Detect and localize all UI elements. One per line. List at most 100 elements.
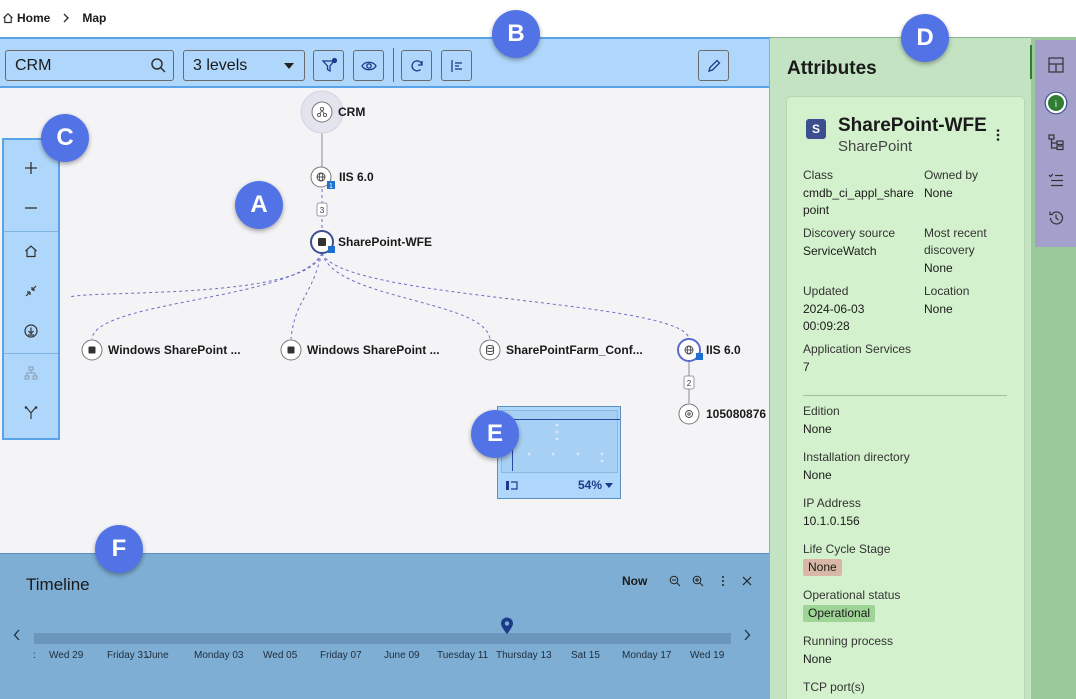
sharepoint-farm-node[interactable] xyxy=(479,339,501,361)
timeline-panel: Timeline Now : Wed 29 Friday 31 June Mon… xyxy=(0,553,769,699)
timeline-tick: Friday 07 xyxy=(320,650,362,661)
node-label-iis[interactable]: IIS 6.0 xyxy=(339,170,374,184)
edge-windows-1 xyxy=(91,252,323,340)
timeline-tick: Monday 03 xyxy=(194,650,244,661)
zoom-out-button[interactable] xyxy=(4,188,58,228)
rail-tab-checklist[interactable] xyxy=(1044,168,1068,192)
node-label-sharepoint-wfe[interactable]: SharePoint-WFE xyxy=(338,235,432,249)
ci-type: SharePoint xyxy=(838,138,913,155)
search-icon[interactable] xyxy=(150,57,167,74)
home-icon xyxy=(25,245,37,258)
collapse-button[interactable] xyxy=(4,271,58,311)
callout-e: E xyxy=(471,410,519,458)
field-discovery-source: Discovery source ServiceWatch xyxy=(803,226,896,258)
fork-icon xyxy=(24,406,38,419)
node-label-crm[interactable]: CRM xyxy=(338,105,365,119)
path-button[interactable] xyxy=(4,393,58,433)
timeline-now-button[interactable]: Now xyxy=(622,574,647,588)
timeline-tick: Wed 05 xyxy=(263,650,298,661)
timeline-title: Timeline xyxy=(26,575,90,594)
timeline-tick: June 09 xyxy=(384,650,420,661)
collapse-icon xyxy=(25,285,37,297)
ci-search-input[interactable]: CRM xyxy=(5,50,174,81)
field-class: Class cmdb_ci_appl_share point xyxy=(803,168,914,217)
home-icon[interactable] xyxy=(2,12,14,24)
rail-tab-history[interactable] xyxy=(1044,206,1068,230)
visibility-button[interactable] xyxy=(353,50,384,81)
edge-offscreen xyxy=(69,252,323,298)
eye-icon xyxy=(360,61,377,70)
node-label-host[interactable]: 105080876 xyxy=(706,407,766,421)
ci-details-card: S SharePoint-WFE SharePoint Class cmdb_c… xyxy=(786,96,1025,699)
ci-search-value: CRM xyxy=(15,56,52,74)
history-icon xyxy=(1049,211,1064,225)
attributes-title: Attributes xyxy=(787,58,877,79)
host-node[interactable] xyxy=(678,403,700,425)
filter-icon xyxy=(321,57,337,72)
node-label-sharepoint-farm[interactable]: SharePointFarm_Conf... xyxy=(506,343,643,357)
edit-button[interactable] xyxy=(698,50,729,81)
home-view-button[interactable] xyxy=(4,231,58,271)
levels-select[interactable]: 3 levels xyxy=(183,50,305,81)
zoom-in-icon[interactable] xyxy=(692,575,704,587)
edge-windows-2 xyxy=(290,252,323,340)
timeline-tick: Monday 17 xyxy=(622,650,672,661)
rail-active-accent xyxy=(1030,45,1032,79)
timeline-tick: Wed 29 xyxy=(49,650,84,661)
node-label-windows-sharepoint-1[interactable]: Windows SharePoint ... xyxy=(108,343,241,357)
timeline-track[interactable] xyxy=(34,633,731,644)
minimap[interactable]: 54% xyxy=(497,406,621,499)
callout-a: A xyxy=(235,181,283,229)
timeline-tick: June xyxy=(147,650,169,661)
timeline-tick: Wed 19 xyxy=(690,650,725,661)
svg-text:1: 1 xyxy=(329,183,333,190)
field-location: Location None xyxy=(924,284,970,316)
download-button[interactable] xyxy=(4,311,58,351)
filter-button[interactable] xyxy=(313,50,344,81)
caret-down-icon xyxy=(284,63,294,69)
refresh-button[interactable] xyxy=(401,50,432,81)
minimap-viewport[interactable] xyxy=(501,410,620,473)
hierarchy-icon xyxy=(24,366,38,380)
crm-node[interactable] xyxy=(311,101,333,123)
layout-button[interactable] xyxy=(441,50,472,81)
breadcrumb-home-link[interactable]: Home xyxy=(17,11,50,25)
field-owned-by: Owned by None xyxy=(924,168,979,200)
map-side-tools xyxy=(2,138,60,440)
rail-tab-hierarchy[interactable] xyxy=(1044,130,1068,154)
rail-tab-info[interactable]: i xyxy=(1044,91,1068,115)
rail-tab-layout[interactable] xyxy=(1044,53,1068,77)
refresh-icon xyxy=(410,59,423,71)
more-vertical-icon[interactable] xyxy=(720,575,726,587)
life-cycle-badge: None xyxy=(803,559,842,576)
legend-icon[interactable] xyxy=(505,480,518,491)
minimap-zoom-value: 54% xyxy=(577,478,602,492)
ci-name: SharePoint-WFE xyxy=(838,115,987,136)
edge-iis-2 xyxy=(321,252,690,340)
timeline-prev-arrow[interactable] xyxy=(13,629,21,641)
node-label-windows-sharepoint-2[interactable]: Windows SharePoint ... xyxy=(307,343,440,357)
timeline-tick: Sat 15 xyxy=(571,650,600,661)
chevron-right-icon xyxy=(63,13,70,23)
timeline-tick-edge: : xyxy=(33,650,36,661)
field-updated: Updated 2024-06-03 00:09:28 xyxy=(803,284,865,333)
minimap-zoom-dropdown[interactable]: 54% xyxy=(578,478,613,492)
group-button[interactable] xyxy=(4,353,58,393)
timeline-next-arrow[interactable] xyxy=(743,629,751,641)
more-vertical-icon[interactable] xyxy=(995,128,1001,142)
download-icon xyxy=(24,324,38,338)
dependency-graph: 3 2 1 xyxy=(69,90,703,425)
field-installation-directory: Installation directory None xyxy=(803,450,910,482)
location-pin-icon[interactable] xyxy=(500,617,514,635)
sharepoint-icon xyxy=(318,238,326,246)
attributes-panel: Attributes S SharePoint-WFE SharePoint C… xyxy=(769,37,1031,699)
node-label-iis-2[interactable]: IIS 6.0 xyxy=(706,343,741,357)
zoom-out-icon[interactable] xyxy=(669,575,681,587)
minimap-dots xyxy=(527,423,604,463)
pencil-icon xyxy=(707,59,720,72)
callout-c: C xyxy=(41,114,89,162)
levels-value: 3 levels xyxy=(193,56,248,74)
close-icon[interactable] xyxy=(742,575,752,587)
minus-icon xyxy=(25,207,37,209)
map-canvas[interactable]: 3 2 1 CRM IIS 6.0 SharePoint-WFE Windows… xyxy=(0,37,769,553)
